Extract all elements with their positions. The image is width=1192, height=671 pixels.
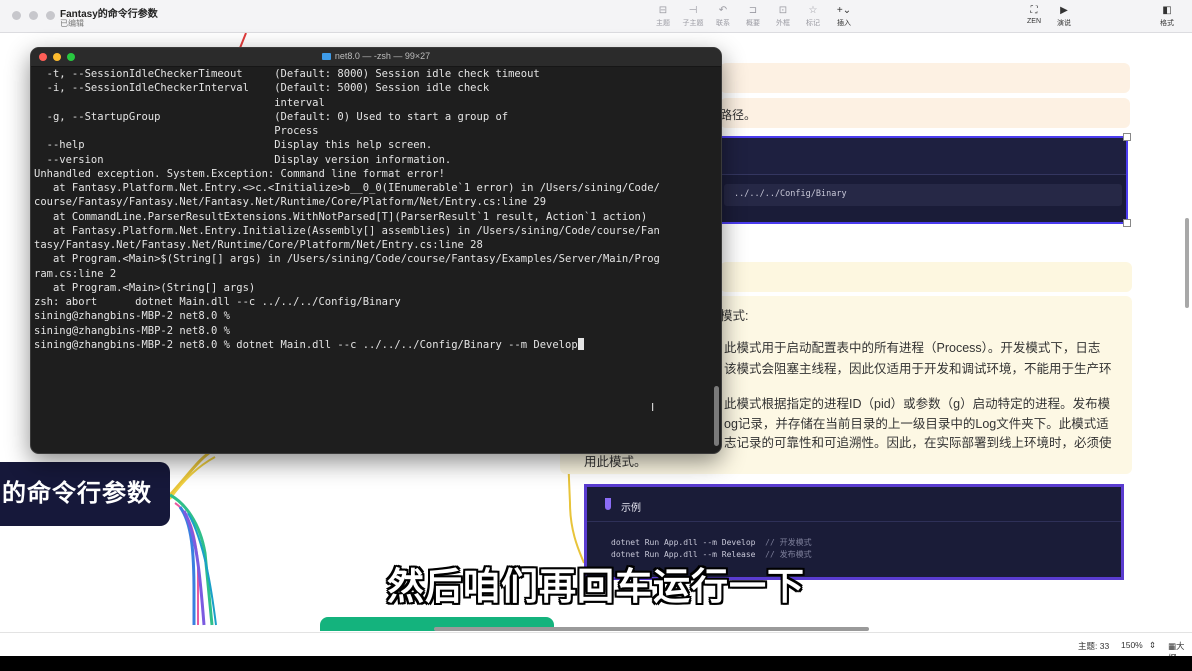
resize-handle[interactable]: [1123, 133, 1131, 141]
outline-icon: ▦: [1168, 641, 1177, 651]
path-note-text: 路径。: [720, 108, 757, 122]
topic-node[interactable]: [720, 98, 1130, 128]
terminal-line: at CommandLine.ParserResultExtensions.Wi…: [34, 210, 648, 223]
mode-line: og记录，并存储在当前目录的上一级目录中的Log文件夹下。此模式适: [724, 417, 1109, 431]
code-line: dotnet Run App.dll --m Develop // 开发模式: [611, 538, 812, 547]
summary-icon: ⊐: [748, 5, 758, 16]
mode-line: 志记录的可靠性和可追溯性。因此，在实际部署到线上环境时，必须使: [724, 436, 1112, 450]
code-block-header: [718, 138, 1126, 175]
terminal-line: -t, --SessionIdleCheckerTimeout (Default…: [34, 68, 540, 80]
app-toolbar: Fantasy的命令行参数 已编辑 ⊟ 主题 ⊣ 子主题 ↶ 联系 ⊐ 概要 ⊡ 外框 ☆…: [0, 0, 1192, 33]
branch-line: [168, 449, 213, 497]
terminal-output[interactable]: -t, --SessionIdleCheckerTimeout (Default…: [34, 67, 710, 451]
terminal-title: net8.0 — -zsh — 99×27: [31, 51, 721, 61]
scrollbar-thumb[interactable]: [714, 386, 719, 446]
topic-node[interactable]: [720, 262, 1132, 292]
mode-line: 该模式会阻塞主线程，因此仅适用于开发和调试环境，不能用于生产环: [724, 362, 1112, 376]
config-path-code: ../../../Config/Binary: [734, 189, 847, 199]
example-label: 示例: [621, 503, 641, 514]
terminal-line: -g, --StartupGroup (Default: 0) Used to …: [34, 110, 509, 123]
close-window-button[interactable]: [12, 11, 21, 20]
terminal-line: at Program.<Main>$(String[] args) in /Us…: [34, 253, 660, 266]
zoom-stepper-icon[interactable]: ⇕: [1149, 640, 1156, 651]
terminal-line: Unhandled exception. System.Exception: C…: [34, 167, 445, 180]
terminal-line: zsh: abort dotnet Main.dll --c ../../../…: [34, 296, 401, 308]
summary-button[interactable]: ⊐ 概要: [738, 5, 768, 28]
terminal-line: Process: [34, 125, 319, 137]
terminal-line: ram.cs:line 2: [34, 267, 117, 280]
zen-button[interactable]: ⛶ ZEN: [1019, 5, 1049, 25]
terminal-line: at Fantasy.Platform.Net.Entry.Initialize…: [34, 224, 660, 237]
resize-handle[interactable]: [1123, 219, 1131, 227]
format-panel-icon: ◧: [1162, 5, 1172, 16]
flask-icon: [605, 498, 611, 510]
zoom-window-button[interactable]: [46, 11, 55, 20]
marker-icon: ☆: [808, 5, 818, 16]
terminal-scrollbar[interactable]: [714, 68, 719, 448]
code-block-body: ../../../Config/Binary: [724, 184, 1122, 206]
document-status: 已编辑: [60, 19, 84, 28]
branch-line: [169, 456, 216, 500]
folder-icon: [321, 53, 331, 60]
terminal-line: interval: [34, 96, 325, 109]
insert-button[interactable]: +⌄ 插入: [829, 5, 859, 28]
window-controls: [12, 11, 55, 20]
present-button[interactable]: ▶ 演说: [1049, 5, 1079, 28]
terminal-line: sining@zhangbins-MBP-2 net8.0 %: [34, 310, 230, 323]
marker-button[interactable]: ☆ 标记: [798, 5, 828, 28]
terminal-line: -i, --SessionIdleCheckerInterval (Defaul…: [34, 82, 490, 95]
relationship-button[interactable]: ↶ 联系: [708, 5, 738, 28]
text-cursor: [577, 337, 584, 350]
boundary-icon: ⊡: [778, 5, 788, 16]
terminal-line: tasy/Fantasy.Net/Fantasy.Net/Runtime/Cor…: [34, 239, 483, 251]
terminal-window[interactable]: net8.0 — -zsh — 99×27 -t, --SessionIdleC…: [30, 47, 722, 454]
terminal-line: --version Display version information.: [34, 153, 452, 166]
terminal-prompt-line[interactable]: sining@zhangbins-MBP-2 net8.0 % dotnet M…: [34, 337, 710, 352]
relationship-icon: ↶: [718, 5, 728, 16]
insert-icon: +⌄: [836, 5, 852, 16]
canvas-vertical-scrollbar[interactable]: [1185, 218, 1189, 308]
mouse-ibeam-icon: Ⅰ: [651, 401, 655, 414]
subtopic-icon: ⊣: [688, 5, 698, 16]
topic-button[interactable]: ⊟ 主题: [648, 5, 678, 28]
topic-icon: ⊟: [658, 5, 668, 16]
zoom-level[interactable]: 150%: [1121, 640, 1143, 650]
terminal-titlebar[interactable]: net8.0 — -zsh — 99×27: [31, 48, 721, 67]
minimize-window-button[interactable]: [29, 11, 38, 20]
mode-heading: 模式:: [720, 309, 749, 323]
video-subtitle: 然后咱们再回车运行一下: [387, 566, 805, 607]
root-topic[interactable]: 的命令行参数: [0, 462, 170, 526]
terminal-line: course/Fantasy/Fantasy.Net/Fantasy.Net/R…: [34, 196, 547, 209]
boundary-button[interactable]: ⊡ 外框: [768, 5, 798, 28]
present-icon: ▶: [1060, 5, 1068, 16]
mode-line: 此模式用于启动配置表中的所有进程（Process）。开发模式下，日志: [724, 341, 1101, 355]
mode-line: 此模式根据指定的进程ID（pid）或参数（g）启动特定的进程。发布模: [724, 397, 1111, 411]
zen-icon: ⛶: [1030, 5, 1038, 16]
format-button[interactable]: ◧ 格式: [1152, 5, 1182, 28]
terminal-line: sining@zhangbins-MBP-2 net8.0 %: [34, 324, 230, 337]
topic-node[interactable]: [720, 63, 1130, 93]
terminal-line: at Program.<Main>(String[] args): [34, 281, 256, 294]
terminal-line: --help Display this help screen.: [34, 139, 433, 152]
status-bar: 主题: 33 150% ⇕ ▦大纲: [0, 632, 1192, 663]
canvas-horizontal-scrollbar[interactable]: [434, 627, 869, 631]
code-block-header: 示例: [587, 487, 1121, 522]
config-code-block[interactable]: ../../../Config/Binary: [716, 136, 1128, 224]
video-letterbox: [0, 656, 1192, 671]
terminal-line: at Fantasy.Platform.Net.Entry.<>c.<Initi…: [34, 182, 660, 194]
topic-count: 主题: 33: [1078, 641, 1110, 651]
subtopic-button[interactable]: ⊣ 子主题: [678, 5, 708, 28]
